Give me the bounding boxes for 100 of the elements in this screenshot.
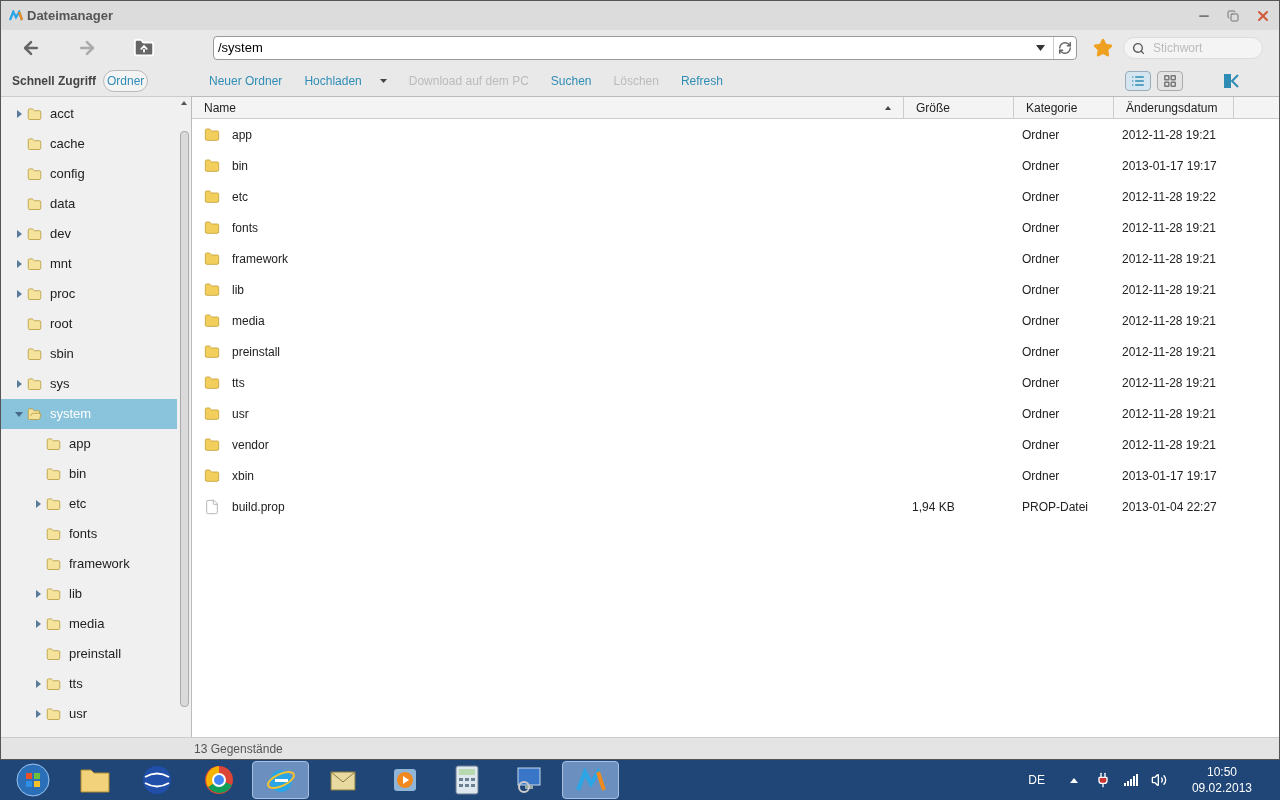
file-name[interactable]: build.prop: [232, 497, 285, 516]
folder-icon: [204, 343, 220, 360]
scroll-up-icon[interactable]: [181, 101, 187, 105]
file-name[interactable]: framework: [232, 249, 288, 268]
tree-item[interactable]: fonts: [1, 519, 177, 549]
tree-item[interactable]: etc: [1, 489, 177, 519]
modified-date: 2012-11-28 19:21: [1122, 127, 1216, 142]
modified-date: 2012-11-28 19:21: [1122, 437, 1216, 452]
file-name[interactable]: vendor: [232, 435, 269, 454]
calculator-icon[interactable]: [454, 765, 479, 795]
tree-item[interactable]: media: [1, 609, 177, 639]
folder-icon: [204, 312, 220, 329]
collapse-caret-icon[interactable]: [15, 410, 23, 418]
list-view-button[interactable]: [1125, 71, 1151, 91]
search-input[interactable]: Stichwort: [1153, 39, 1253, 57]
grid-view-button[interactable]: [1157, 71, 1183, 91]
file-name[interactable]: etc: [232, 187, 248, 206]
folder-icon: [46, 676, 61, 692]
tree-item[interactable]: config: [1, 159, 177, 189]
tree-item[interactable]: bin: [1, 459, 177, 489]
folder-up-icon[interactable]: [133, 37, 155, 59]
expand-caret-icon[interactable]: [34, 710, 42, 718]
tree-item[interactable]: dev: [1, 219, 177, 249]
file-name[interactable]: xbin: [232, 466, 254, 485]
tree-item[interactable]: sys: [1, 369, 177, 399]
path-field[interactable]: /system: [213, 36, 1077, 60]
tree-item[interactable]: tts: [1, 669, 177, 699]
folder-icon: [46, 616, 61, 632]
clock[interactable]: 10:50 09.02.2013: [1191, 764, 1252, 796]
panel-toggle-icon[interactable]: [1223, 73, 1239, 89]
tree-item[interactable]: mnt: [1, 249, 177, 279]
caret-up-icon[interactable]: [1069, 777, 1078, 783]
expand-caret-icon[interactable]: [34, 500, 42, 508]
sidebar-tab[interactable]: Schnell Zugriff: [9, 70, 99, 92]
modified-date: 2012-11-28 19:21: [1122, 344, 1216, 359]
folder-icon: [27, 166, 42, 182]
modified-date: 2012-11-28 19:21: [1122, 251, 1216, 266]
folder-icon: [46, 586, 61, 602]
expand-caret-icon[interactable]: [15, 290, 23, 298]
tree-item[interactable]: preinstall: [1, 639, 177, 669]
tree-item[interactable]: proc: [1, 279, 177, 309]
tree-item[interactable]: sbin: [1, 339, 177, 369]
file-category: Ordner: [1022, 158, 1060, 173]
language-indicator[interactable]: DE: [1028, 771, 1045, 789]
tree-item[interactable]: acct: [1, 99, 177, 129]
tree-item[interactable]: lib: [1, 579, 177, 609]
expand-caret-icon[interactable]: [34, 680, 42, 688]
signal-icon[interactable]: [1123, 774, 1138, 786]
column-header[interactable]: Größe: [904, 97, 1014, 118]
expand-caret-icon[interactable]: [15, 110, 23, 118]
tree-item[interactable]: cache: [1, 129, 177, 159]
folder-icon: [46, 496, 61, 512]
folder-icon: [204, 157, 220, 174]
sort-caret-icon: [885, 105, 891, 110]
tree-item[interactable]: root: [1, 309, 177, 339]
tree-item[interactable]: data: [1, 189, 177, 219]
tree-item[interactable]: usr: [1, 699, 177, 729]
dropdown-caret-icon[interactable]: [1036, 45, 1045, 51]
expand-caret-icon[interactable]: [15, 260, 23, 268]
file-name[interactable]: usr: [232, 404, 249, 423]
modified-date: 2013-01-04 22:27: [1122, 499, 1217, 514]
expand-caret-icon[interactable]: [15, 380, 23, 388]
star-icon[interactable]: [1093, 38, 1113, 58]
sidebar-tab[interactable]: Ordner: [103, 70, 149, 92]
expand-caret-icon[interactable]: [34, 620, 42, 628]
folder-icon: [27, 196, 42, 212]
file-name[interactable]: lib: [232, 280, 244, 299]
modified-date: 2012-11-28 19:22: [1122, 189, 1216, 204]
column-header[interactable]: Name: [192, 97, 904, 118]
file-category: Ordner: [1022, 468, 1060, 483]
expand-caret-icon[interactable]: [34, 590, 42, 598]
file-name[interactable]: tts: [232, 373, 245, 392]
folder-icon: [27, 226, 42, 242]
folder-icon: [204, 405, 220, 422]
column-header[interactable]: Änderungsdatum: [1114, 97, 1234, 118]
globe-icon[interactable]: [141, 765, 172, 795]
search-field[interactable]: Stichwort: [1123, 37, 1263, 59]
start-orb-icon[interactable]: [15, 763, 50, 797]
folder-icon: [46, 646, 61, 662]
window-title: Dateimanager: [27, 6, 113, 25]
tree-item[interactable]: app: [1, 429, 177, 459]
tree-item[interactable]: framework: [1, 549, 177, 579]
file-name[interactable]: app: [232, 125, 253, 144]
folder-icon: [27, 286, 42, 302]
file-name[interactable]: preinstall: [232, 342, 281, 361]
folder-icon: [46, 556, 61, 572]
column-header[interactable]: Kategorie: [1014, 97, 1114, 118]
folder-icon: [27, 256, 42, 272]
folder-icon: [204, 436, 220, 453]
file-name[interactable]: fonts: [232, 218, 258, 237]
file-name[interactable]: media: [232, 311, 265, 330]
folder-icon[interactable]: [78, 766, 111, 794]
refresh-icon[interactable]: [1058, 41, 1072, 55]
grid-icon: [1163, 74, 1177, 88]
expand-caret-icon[interactable]: [15, 230, 23, 238]
restore-icon[interactable]: [1227, 9, 1239, 22]
browser-icon[interactable]: [203, 765, 234, 795]
list-icon: [1131, 74, 1145, 88]
speaker-icon[interactable]: [1150, 772, 1167, 788]
file-name[interactable]: bin: [232, 156, 248, 175]
